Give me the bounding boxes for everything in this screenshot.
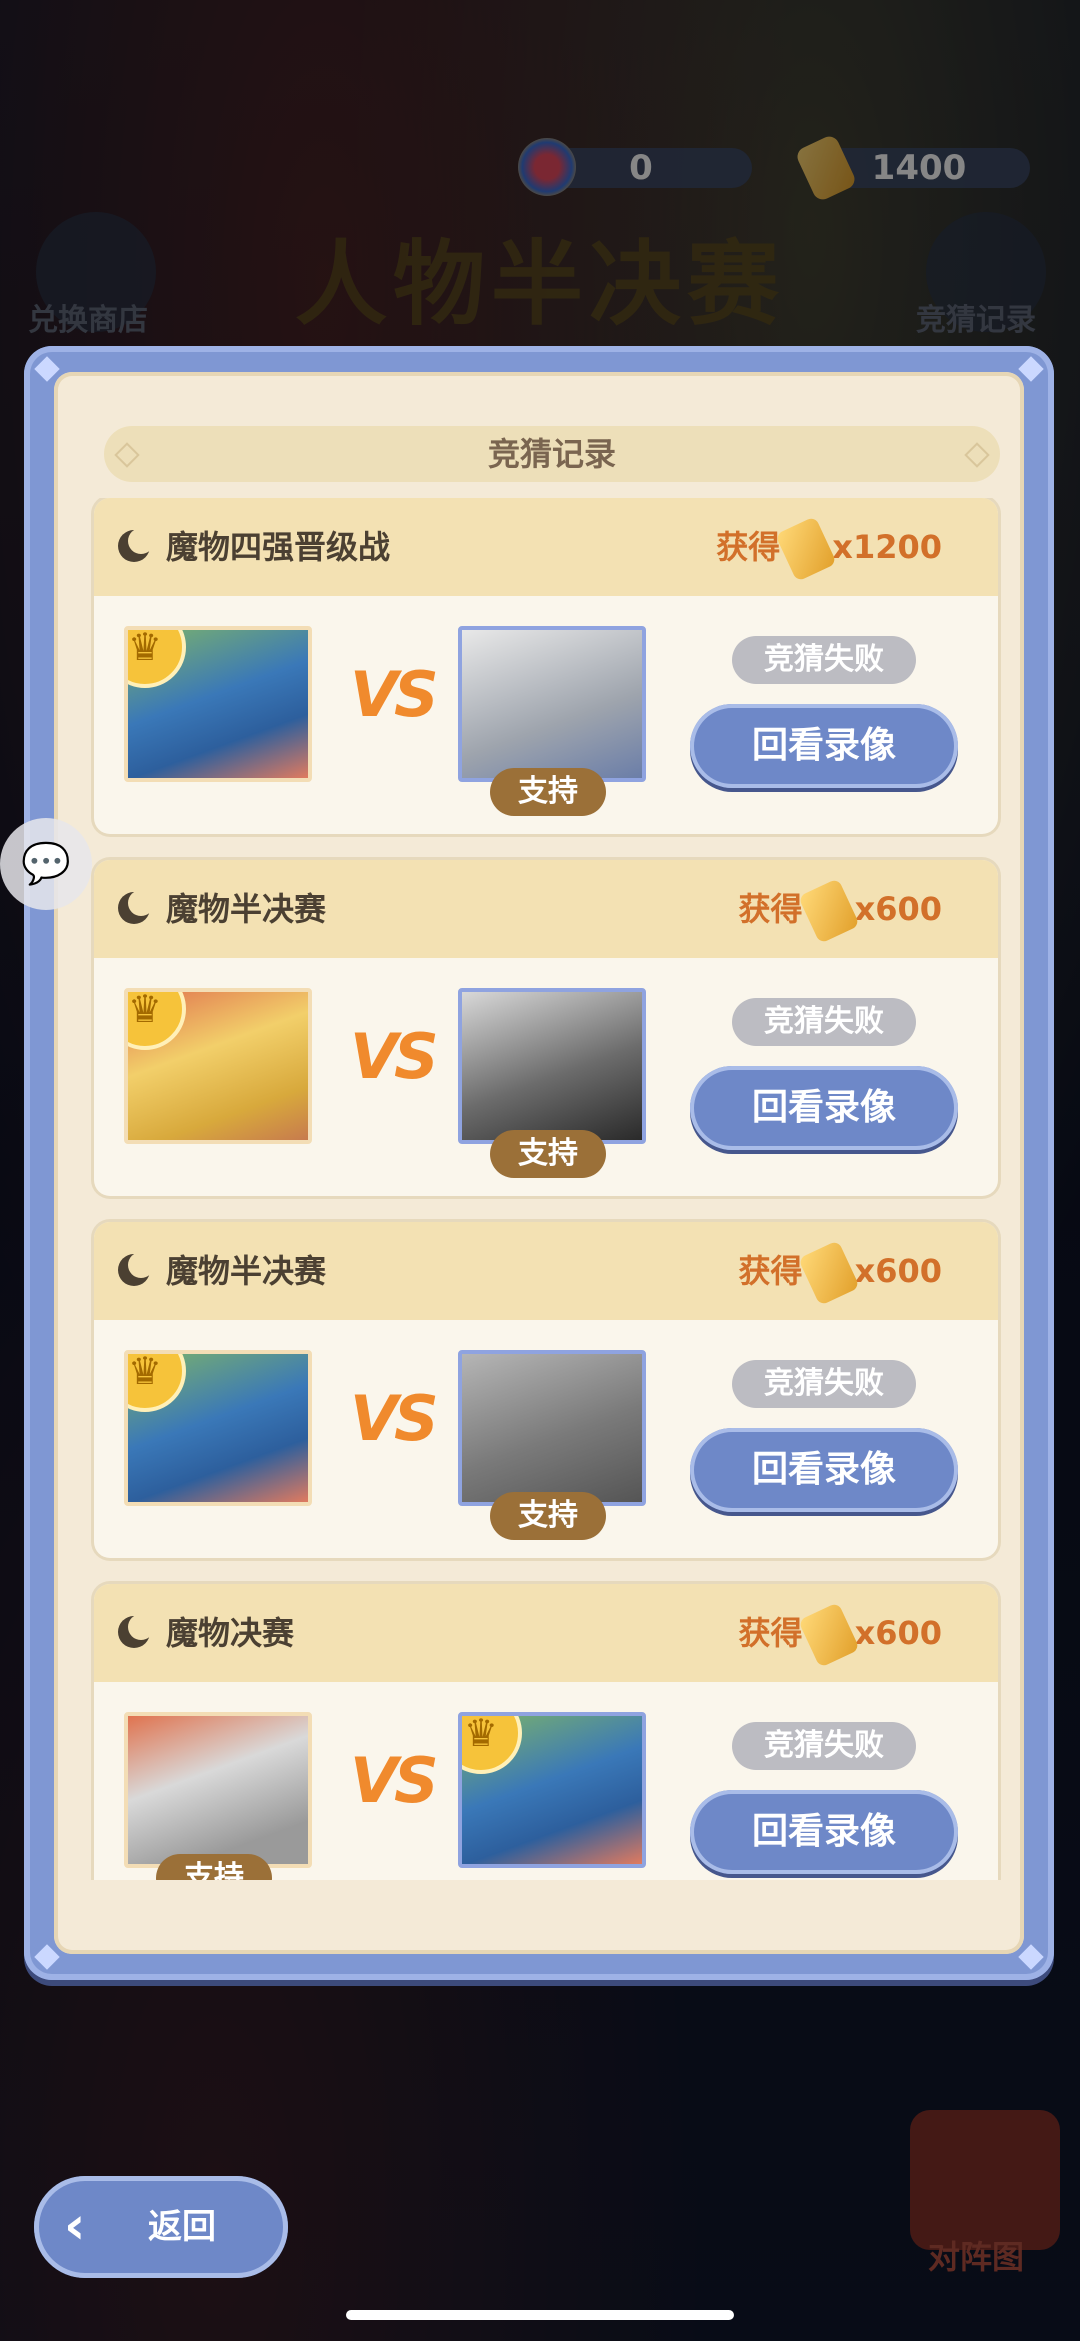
match-name: 魔物半决赛 (166, 890, 327, 928)
reward: 获得 x600 (739, 1222, 942, 1320)
reward: 获得 x600 (739, 1584, 942, 1682)
result-badge: 竞猜失败 (732, 636, 916, 684)
crown-icon: ♛ (462, 1716, 522, 1774)
vs-label: VS (350, 1744, 439, 1817)
ticket-icon (797, 1240, 860, 1306)
vs-label: VS (350, 658, 439, 731)
back-arrow-icon: ‹ (64, 2196, 86, 2256)
left-fighter-avatar: ♛ (124, 988, 312, 1144)
crown-icon: ♛ (128, 1354, 186, 1412)
crossed-swords-icon[interactable] (910, 2110, 1060, 2250)
result-badge: 竞猜失败 (732, 998, 916, 1046)
crown-icon: ♛ (128, 630, 186, 688)
result-badge: 竞猜失败 (732, 1722, 916, 1770)
match-name: 魔物决赛 (166, 1614, 295, 1652)
record-card: 魔物决赛 获得 x600 支持 VS ♛ 竞猜失败 回看录像 (94, 1584, 998, 1880)
replay-button[interactable]: 回看录像 (690, 704, 958, 788)
result-badge: 竞猜失败 (732, 1360, 916, 1408)
left-fighter-avatar: ♛ (124, 1350, 312, 1506)
record-card: 魔物四强晋级战 获得 x1200 ♛ VS 支持 竞猜失败 回看录像 (94, 498, 998, 834)
ticket-icon (797, 878, 860, 944)
vs-label: VS (350, 1382, 439, 1455)
vs-label: VS (350, 1020, 439, 1093)
panel-body: 竞猜记录 魔物四强晋级战 获得x1200 ♛ VS 支持 竞猜失败 回看录像 (54, 372, 1024, 1954)
record-list[interactable]: 魔物四强晋级战 获得x1200 ♛ VS 支持 竞猜失败 回看录像 魔物半决赛 (84, 498, 1028, 1880)
crown-icon: ♛ (128, 992, 186, 1050)
match-icon (118, 528, 154, 562)
ticket-icon (775, 516, 838, 582)
ticket-icon (797, 1602, 860, 1668)
match-name: 魔物半决赛 (166, 1252, 327, 1290)
reward: 获得 x600 (739, 860, 942, 958)
support-badge: 支持 (490, 1492, 606, 1540)
match-name: 魔物四强晋级战 (166, 528, 391, 566)
match-icon (118, 1252, 154, 1286)
right-fighter-avatar (458, 988, 646, 1144)
home-indicator[interactable] (346, 2310, 734, 2320)
record-card: 魔物半决赛 获得 x600 ♛ VS 支持 竞猜失败 回看录像 (94, 1222, 998, 1558)
support-badge: 支持 (490, 1130, 606, 1178)
record-panel: 竞猜记录 魔物四强晋级战 获得x1200 ♛ VS 支持 竞猜失败 回看录像 (24, 346, 1054, 1980)
match-icon (118, 1614, 154, 1648)
left-fighter-avatar (124, 1712, 312, 1868)
replay-button[interactable]: 回看录像 (690, 1428, 958, 1512)
reward: 获得 x1200 (716, 498, 942, 596)
match-icon (118, 890, 154, 924)
record-card: 魔物半决赛 获得 x600 ♛ VS 支持 竞猜失败 回看录像 (94, 860, 998, 1196)
bracket-map-label[interactable]: 对阵图 (928, 2232, 1024, 2278)
chat-bubble-icon[interactable]: 💬 (0, 818, 92, 910)
right-fighter-avatar (458, 1350, 646, 1506)
right-fighter-avatar (458, 626, 646, 782)
panel-header: 竞猜记录 (104, 426, 1000, 482)
support-badge: 支持 (490, 768, 606, 816)
replay-button[interactable]: 回看录像 (690, 1066, 958, 1150)
back-button[interactable]: ‹ 返回 (34, 2176, 288, 2278)
panel-title: 竞猜记录 (487, 435, 616, 473)
right-fighter-avatar: ♛ (458, 1712, 646, 1868)
left-fighter-avatar: ♛ (124, 626, 312, 782)
replay-button[interactable]: 回看录像 (690, 1790, 958, 1874)
support-badge: 支持 (156, 1854, 272, 1880)
